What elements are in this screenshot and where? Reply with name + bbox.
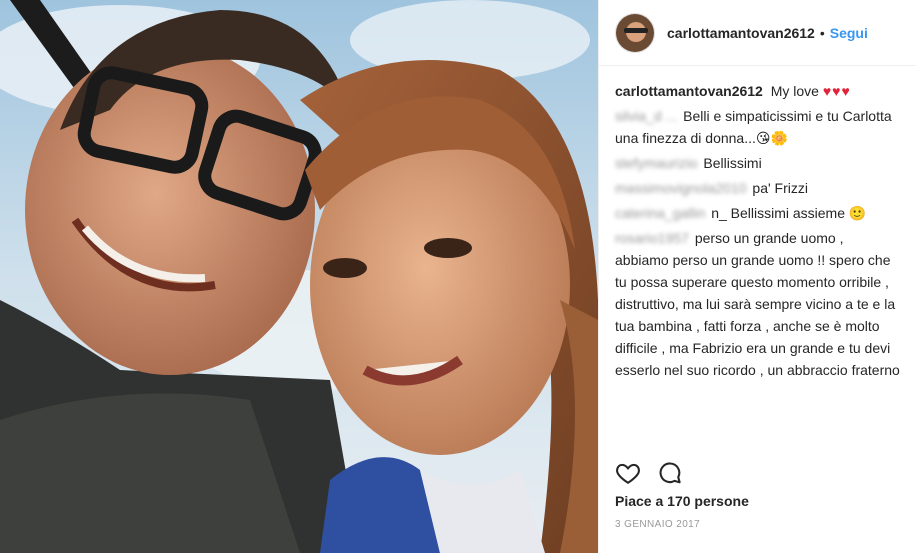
comment-text: Bellissimi bbox=[703, 155, 762, 171]
avatar-image bbox=[616, 13, 654, 52]
comment-username[interactable]: stefymaurizio bbox=[615, 155, 697, 171]
comment-text: n_ Bellissimi assieme 🙂 bbox=[711, 205, 867, 221]
heart-emoji-icon: ♥♥♥ bbox=[822, 83, 851, 99]
comment-username[interactable]: silvia_d ... bbox=[615, 108, 677, 124]
comment-bubble-icon[interactable] bbox=[657, 460, 683, 486]
comment-text: perso un grande uomo , abbiamo perso un … bbox=[615, 230, 900, 378]
comment-item: caterina_gallin n_ Bellissimi assieme 🙂 bbox=[615, 202, 900, 224]
caption: carlottamantovan2612 My love ♥♥♥ bbox=[615, 80, 900, 102]
comment-item: rosario1957 perso un grande uomo , abbia… bbox=[615, 227, 900, 381]
post-panel: carlottamantovan2612 • Segui carlottaman… bbox=[598, 0, 916, 553]
caption-username[interactable]: carlottamantovan2612 bbox=[615, 83, 763, 99]
post-header: carlottamantovan2612 • Segui bbox=[599, 0, 916, 66]
post-photo[interactable] bbox=[0, 0, 598, 553]
comments-list: carlottamantovan2612 My love ♥♥♥ silvia_… bbox=[599, 66, 916, 451]
comment-username[interactable]: rosario1957 bbox=[615, 230, 689, 246]
comment-username[interactable]: massimovignola2010 bbox=[615, 180, 747, 196]
comment-item: silvia_d ... Belli e simpaticissimi e tu… bbox=[615, 105, 900, 149]
likes-count[interactable]: Piace a 170 persone bbox=[615, 493, 749, 509]
post-actions bbox=[615, 460, 683, 486]
comment-text: pa' Frizzi bbox=[752, 180, 808, 196]
comment-item: massimovignola2010 pa' Frizzi bbox=[615, 177, 900, 199]
selfie-image bbox=[0, 0, 598, 553]
post-username[interactable]: carlottamantovan2612 bbox=[667, 25, 815, 41]
comment-item: stefymaurizio Bellissimi bbox=[615, 152, 900, 174]
avatar[interactable] bbox=[615, 12, 655, 53]
post-date[interactable]: 3 GENNAIO 2017 bbox=[615, 519, 700, 530]
comment-username[interactable]: caterina_gallin bbox=[615, 205, 705, 221]
heart-outline-icon[interactable] bbox=[615, 460, 641, 486]
caption-text: My love bbox=[770, 83, 819, 99]
follow-button[interactable]: Segui bbox=[830, 25, 868, 41]
separator-dot: • bbox=[819, 24, 825, 41]
